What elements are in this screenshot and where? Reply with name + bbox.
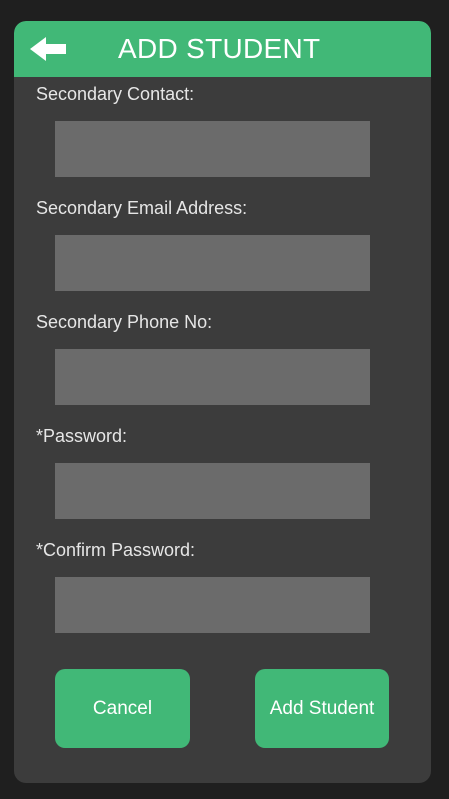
- back-arrow-icon: [30, 37, 66, 61]
- page-title: ADD STUDENT: [118, 33, 321, 64]
- secondary-phone-label: Secondary Phone No:: [36, 312, 213, 332]
- back-button[interactable]: [28, 33, 72, 65]
- secondary-email-input[interactable]: [55, 235, 370, 291]
- confirm-password-label: *Confirm Password:: [36, 540, 196, 560]
- header-bar: ADD STUDENT: [14, 21, 431, 77]
- password-input[interactable]: [55, 463, 370, 519]
- add-student-button[interactable]: Add Student: [255, 669, 389, 748]
- secondary-contact-input[interactable]: [55, 121, 370, 177]
- secondary-phone-input[interactable]: [55, 349, 370, 405]
- secondary-contact-label: Secondary Contact:: [36, 84, 195, 104]
- confirm-password-input[interactable]: [55, 577, 370, 633]
- cancel-button[interactable]: Cancel: [55, 669, 190, 748]
- secondary-email-label: Secondary Email Address:: [36, 198, 248, 218]
- add-student-panel: ADD STUDENT Secondary Contact: Secondary…: [14, 21, 431, 783]
- password-label: *Password:: [36, 426, 128, 446]
